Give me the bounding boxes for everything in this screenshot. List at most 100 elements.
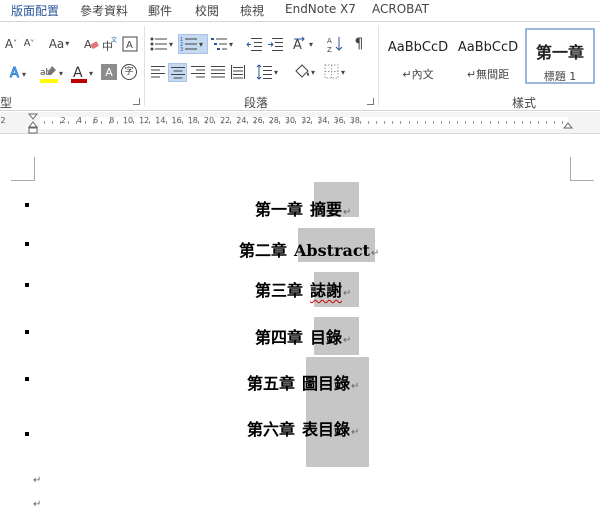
style-normal-name: ↵內文	[402, 68, 434, 81]
change-case-icon[interactable]: Aa ▾	[45, 35, 73, 53]
ruler-tick	[230, 121, 232, 124]
toc-title: 表目錄	[302, 420, 351, 439]
right-indent-marker[interactable]	[563, 120, 573, 130]
first-line-indent-marker[interactable]	[28, 112, 38, 134]
ruler-tick	[141, 121, 143, 124]
document-page[interactable]: 第一章 摘要↵ 第二章 Abstract↵ 第三章 誌謝↵ 第四章 目錄↵ 第五章 圖目錄…	[0, 135, 600, 517]
ruler-tick	[181, 121, 183, 124]
svg-text:A: A	[84, 38, 92, 51]
distributed-icon[interactable]	[230, 64, 246, 80]
svg-text:A: A	[327, 37, 332, 45]
tab-acrobat[interactable]: ACROBAT	[372, 2, 429, 16]
toc-chapter: 第六章	[247, 420, 296, 439]
align-left-icon[interactable]	[150, 64, 166, 80]
text-effects-icon[interactable]: A ▾	[8, 63, 28, 81]
line-spacing-icon[interactable]: ▾	[256, 63, 282, 81]
svg-text:▾: ▾	[59, 69, 63, 78]
shrink-font-small-icon[interactable]: A ˅	[20, 35, 38, 53]
ruler-tick	[489, 121, 491, 124]
style-heading-1-preview: 第一章	[535, 43, 584, 62]
toc-title: 目錄	[310, 328, 343, 347]
tab-endnote[interactable]: EndNote X7	[285, 2, 356, 16]
toc-title: 誌謝	[310, 281, 343, 300]
align-right-icon[interactable]	[190, 64, 206, 80]
tab-layout[interactable]: 版面配置	[11, 2, 59, 19]
ruler-tick	[554, 121, 556, 124]
toc-entry[interactable]: 第一章 摘要↵	[255, 196, 351, 220]
enclose-char-label: 字	[124, 66, 134, 77]
ruler-tick	[222, 121, 224, 124]
font-dialog-launcher[interactable]	[133, 98, 140, 105]
style-normal[interactable]: AaBbCcD ↵內文	[383, 28, 453, 84]
ruler-tick	[562, 121, 564, 124]
svg-text:▾: ▾	[169, 40, 173, 49]
styles-gallery: AaBbCcD ↵內文 AaBbCcD ↵無間距 第一章 標題 1	[381, 26, 600, 88]
tab-review[interactable]: 校閱	[195, 2, 219, 19]
ruler-tick	[416, 121, 418, 124]
ruler-tick	[108, 121, 110, 124]
character-shading-icon[interactable]: A	[101, 64, 117, 80]
ruler-tick	[376, 121, 378, 124]
enclose-characters-icon[interactable]: 字	[121, 64, 137, 80]
decrease-indent-icon[interactable]	[245, 35, 263, 53]
toc-entry[interactable]: 第四章 目錄↵	[255, 324, 351, 348]
style-no-spacing[interactable]: AaBbCcD ↵無間距	[453, 28, 523, 84]
increase-indent-icon[interactable]	[266, 35, 284, 53]
ruler-tick	[457, 121, 459, 124]
style-no-spacing-preview: AaBbCcD	[457, 40, 519, 55]
toc-chapter: 第一章	[255, 200, 304, 219]
toc-entry[interactable]: 第二章 Abstract↵	[239, 237, 379, 261]
style-normal-preview: AaBbCcD	[387, 40, 449, 55]
svg-text:文: 文	[111, 36, 117, 44]
ruler-tick	[465, 121, 467, 124]
tab-mailings[interactable]: 郵件	[148, 2, 172, 19]
svg-text:▾: ▾	[309, 40, 313, 49]
ruler-tick	[440, 121, 442, 124]
ruler-tick	[149, 121, 151, 124]
ruler-tick	[68, 121, 70, 124]
align-center-icon[interactable]	[168, 63, 187, 82]
ruler-tick	[432, 121, 434, 124]
numbering-icon[interactable]: 1 2 3 ▾	[178, 34, 208, 54]
show-marks-icon[interactable]: ¶	[351, 35, 367, 53]
toc-entry[interactable]: 第六章 表目錄↵	[247, 416, 359, 440]
paragraph-dialog-launcher[interactable]	[367, 98, 374, 105]
font-color-icon[interactable]: A ▾	[70, 63, 96, 85]
character-border-icon[interactable]: A	[121, 35, 139, 53]
ruler-tick	[92, 121, 94, 124]
toc-title: 圖目錄	[302, 374, 351, 393]
tab-references[interactable]: 參考資料	[80, 2, 128, 19]
bullets-icon[interactable]: ▾	[150, 35, 176, 53]
tab-view[interactable]: 檢視	[240, 2, 264, 19]
ruler-tick	[538, 121, 540, 124]
highlight-color-icon[interactable]: ab ▾	[38, 63, 66, 85]
toc-title: Abstract	[294, 241, 370, 260]
ruler-tick	[368, 121, 369, 124]
clear-format-icon[interactable]: A	[82, 35, 100, 53]
horizontal-ruler[interactable]: 2 2 4 6 8 10 12 14 16 18 20 22 24 26 28 30 32 34 36 38	[0, 112, 600, 134]
ruler-tick	[44, 121, 45, 124]
ruler-tick	[530, 121, 531, 124]
style-heading-1-name: 標題 1	[543, 70, 577, 83]
ruler-tick	[473, 121, 475, 124]
toc-entry[interactable]: 第三章 誌謝↵	[255, 277, 351, 301]
style-heading-1[interactable]: 第一章 標題 1	[525, 28, 595, 84]
shading-icon[interactable]: ▾	[293, 63, 319, 81]
borders-icon[interactable]: ▾	[324, 63, 350, 81]
toc-chapter: 第五章	[247, 374, 296, 393]
ruler-tick	[246, 121, 248, 124]
toc-entry[interactable]: 第五章 圖目錄↵	[247, 370, 359, 394]
crop-mark-left	[11, 157, 35, 181]
shrink-font-icon[interactable]: A ˅	[2, 35, 20, 53]
ruler-tick	[84, 121, 86, 124]
phonetic-guide-icon[interactable]: 中文	[101, 35, 119, 53]
paragraph-mark: ↵	[33, 475, 42, 486]
svg-text:▾: ▾	[311, 68, 315, 77]
bullet	[25, 432, 29, 436]
multilevel-list-icon[interactable]: ▾	[211, 35, 237, 53]
ruler-tick	[125, 121, 126, 124]
ruler-tick	[392, 121, 394, 124]
sort-icon[interactable]: AZ	[327, 34, 345, 54]
chinese-layout-icon[interactable]: A ▾	[292, 34, 318, 54]
justify-icon[interactable]	[210, 64, 226, 80]
